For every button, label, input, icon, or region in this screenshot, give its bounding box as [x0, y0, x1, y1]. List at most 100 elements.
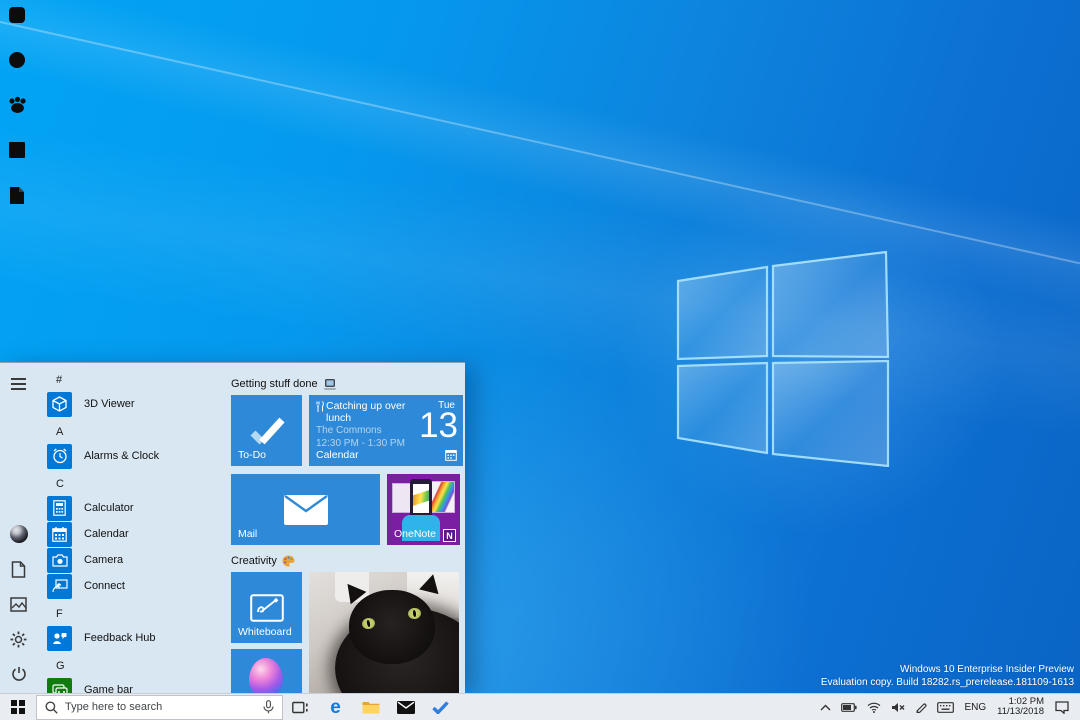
section-header[interactable]: C	[56, 477, 225, 491]
tile-whiteboard[interactable]: Whiteboard	[231, 572, 302, 643]
user-account-button[interactable]	[0, 519, 37, 549]
tile-label: Whiteboard	[238, 626, 292, 638]
documents-button[interactable]	[0, 554, 37, 584]
touch-keyboard-button[interactable]	[932, 694, 959, 720]
pen-status[interactable]	[910, 694, 932, 720]
section-header[interactable]: G	[56, 659, 225, 673]
tile-calendar[interactable]: Catching up over lunch The Commons 12:30…	[309, 395, 463, 466]
hidden-icons-button[interactable]	[815, 694, 836, 720]
file-explorer-icon	[362, 702, 379, 714]
app-item-feedback-hub[interactable]: Feedback Hub	[47, 625, 225, 651]
to-do-button[interactable]	[423, 694, 458, 720]
app-item-game-bar[interactable]: Game bar	[47, 677, 225, 693]
app-item-calendar[interactable]: Calendar	[47, 521, 225, 547]
volume-status[interactable]	[886, 694, 910, 720]
game-bar-icon	[47, 677, 72, 693]
app-label: Calendar	[84, 528, 129, 540]
mail-icon	[396, 700, 415, 714]
section-header[interactable]: F	[56, 607, 225, 621]
tile-mail[interactable]: Mail	[231, 474, 380, 545]
event-title: Catching up over lunch	[326, 400, 406, 424]
date-label: 11/13/2018	[997, 706, 1044, 717]
pictures-icon	[10, 596, 27, 612]
chevron-up-icon	[820, 704, 831, 710]
app-item-alarms-clock[interactable]: Alarms & Clock	[47, 443, 225, 469]
light-beam	[0, 0, 1080, 332]
app-item-camera[interactable]: Camera	[47, 547, 225, 573]
power-icon	[11, 667, 26, 681]
fork-knife-emoji	[316, 401, 324, 412]
wifi-icon	[868, 702, 881, 713]
expand-menu-button[interactable]	[0, 369, 37, 399]
start-menu-rail	[0, 363, 37, 693]
app-item-calculator[interactable]: Calculator	[47, 495, 225, 521]
taskbar-search[interactable]	[36, 694, 283, 720]
tile-cat-photo[interactable]	[309, 572, 459, 693]
desktop-shortcut-rounded-square-icon[interactable]	[7, 6, 27, 24]
windows-start-icon	[10, 699, 26, 715]
action-center-button[interactable]	[1050, 694, 1074, 720]
hamburger-icon	[11, 378, 26, 390]
language-indicator[interactable]: ENG	[959, 694, 991, 720]
settings-button[interactable]	[0, 624, 37, 654]
desktop-shortcut-paw-icon[interactable]	[7, 96, 27, 114]
file-explorer-button[interactable]	[353, 694, 388, 720]
event-day: 13	[419, 406, 458, 445]
todo-icon	[432, 700, 449, 714]
laptop-emoji	[323, 378, 337, 389]
app-label: Game bar	[84, 684, 133, 693]
task-view-button[interactable]	[283, 694, 318, 720]
search-icon	[37, 701, 65, 714]
user-avatar	[9, 525, 28, 543]
power-button[interactable]	[0, 659, 37, 689]
edge-button[interactable]: e	[318, 694, 353, 720]
calculator-icon	[47, 495, 72, 521]
action-center-icon	[1055, 700, 1069, 714]
artist-palette-emoji	[282, 555, 295, 567]
onenote-badge: N	[443, 529, 456, 542]
battery-status[interactable]	[836, 694, 862, 720]
microphone-icon[interactable]	[254, 700, 282, 714]
tile-label: To-Do	[238, 449, 267, 461]
connect-icon	[47, 573, 72, 599]
mail-button[interactable]	[388, 694, 423, 720]
tile-group-title[interactable]: Creativity	[231, 553, 463, 569]
system-tray: ENG 1:02 PM 11/13/2018	[815, 694, 1080, 720]
desktop-shortcut-circle-icon[interactable]	[7, 51, 27, 69]
section-header[interactable]: A	[56, 425, 225, 439]
language-label: ENG	[964, 701, 987, 713]
paint-3d-balloon-icon	[249, 658, 283, 693]
app-label: Alarms & Clock	[84, 450, 160, 462]
calendar-glyph-icon	[445, 450, 457, 461]
pictures-button[interactable]	[0, 589, 37, 619]
network-status[interactable]	[862, 694, 886, 720]
app-item-connect[interactable]: Connect	[47, 573, 225, 599]
tile-onenote[interactable]: OneNote N	[387, 474, 460, 545]
desktop-shortcut-document-icon[interactable]	[7, 186, 27, 204]
tile-label: OneNote	[394, 528, 437, 540]
section-header[interactable]: #	[56, 373, 225, 387]
pen-icon	[916, 703, 927, 713]
windows-logo	[676, 251, 890, 467]
event-title-row: Catching up over lunch	[316, 400, 420, 424]
onenote-promo-image	[392, 479, 455, 541]
app-label: 3D Viewer	[84, 398, 135, 410]
camera-icon	[47, 547, 72, 573]
taskbar: e	[0, 693, 1080, 720]
light-ray	[0, 12, 1080, 287]
desktop-shortcut-square-icon[interactable]	[7, 141, 27, 159]
battery-icon	[841, 702, 858, 712]
calendar-icon	[47, 521, 72, 547]
search-input[interactable]	[65, 701, 254, 713]
tile-group-title[interactable]: Getting stuff done	[231, 376, 463, 392]
checkmark-icon	[250, 417, 285, 444]
clock[interactable]: 1:02 PM 11/13/2018	[991, 696, 1050, 718]
start-button[interactable]	[0, 694, 36, 720]
tile-to-do[interactable]: To-Do	[231, 395, 302, 466]
touch-keyboard-icon	[937, 701, 955, 713]
app-item-3d-viewer[interactable]: 3D Viewer	[47, 391, 225, 417]
settings-icon	[10, 631, 27, 647]
start-menu-app-list: # 3D Viewer A Alarms & Clock C Calculato…	[37, 363, 225, 693]
alarm-clock-icon	[47, 443, 72, 469]
tile-paint-3d[interactable]	[231, 649, 302, 693]
